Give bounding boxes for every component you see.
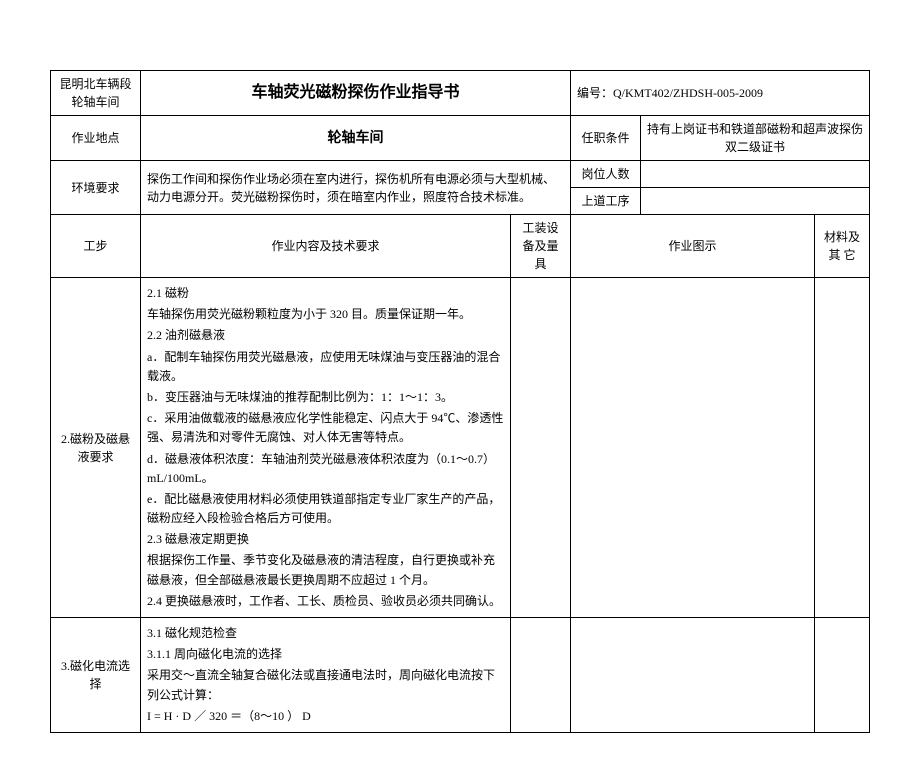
content-line: 车轴探伤用荧光磁粉颗粒度为小于 320 目。质量保证期一年。 — [147, 305, 504, 324]
content-line: I = H · D ／ 320 ＝（8～10 ） D — [147, 707, 504, 726]
illustration-cell — [571, 618, 815, 733]
content-line: e．配比磁悬液使用材料必须使用铁道部指定专业厂家生产的产品，磁粉应经入段检验合格… — [147, 490, 504, 528]
org-line2: 轮轴车间 — [71, 95, 119, 109]
content-line: 根据探伤工作量、季节变化及磁悬液的清洁程度，自行更换或补充磁悬液，但全部磁悬液最… — [147, 551, 504, 589]
table-row: 3.磁化电流选择 3.1 磁化规范检查 3.1.1 周向磁化电流的选择采用交～直流… — [51, 618, 870, 733]
tooling-cell — [511, 278, 571, 618]
org-cell: 昆明北车辆段 轮轴车间 — [51, 71, 141, 116]
step-content: 3.1 磁化规范检查 3.1.1 周向磁化电流的选择采用交～直流全轴复合磁化法或直… — [141, 618, 511, 733]
content-line: 2.1 磁粉 — [147, 284, 504, 303]
post-count-label: 岗位人数 — [571, 161, 641, 188]
illustration-cell — [571, 278, 815, 618]
col-illustration: 作业图示 — [571, 215, 815, 278]
env-label: 环境要求 — [51, 161, 141, 215]
tooling-cell — [511, 618, 571, 733]
col-step: 工步 — [51, 215, 141, 278]
content-line: 采用交～直流全轴复合磁化法或直接通电法时，周向磁化电流按下列公式计算： — [147, 666, 504, 704]
material-cell — [815, 278, 870, 618]
qualification-value: 持有上岗证书和铁道部磁粉和超声波探伤双二级证书 — [641, 116, 870, 161]
org-line1: 昆明北车辆段 — [59, 77, 131, 91]
instruction-table: 昆明北车辆段 轮轴车间 车轴荧光磁粉探伤作业指导书 编号：Q/KMT402/ZH… — [50, 70, 870, 733]
col-material: 材料及其 它 — [815, 215, 870, 278]
content-line: d．磁悬液体积浓度：车轴油剂荧光磁悬液体积浓度为（0.1～0.7）mL/100m… — [147, 450, 504, 488]
qualification-label: 任职条件 — [571, 116, 641, 161]
material-cell — [815, 618, 870, 733]
table-row: 2.磁粉及磁悬液要求 2.1 磁粉车轴探伤用荧光磁粉颗粒度为小于 320 目。质… — [51, 278, 870, 618]
content-line: b．变压器油与无味煤油的推荐配制比例为：1：1～1：3。 — [147, 388, 504, 407]
content-line: 2.2 油剂磁悬液 — [147, 326, 504, 345]
content-line: 2.3 磁悬液定期更换 — [147, 530, 504, 549]
location-label: 作业地点 — [51, 116, 141, 161]
doc-number-cell: 编号：Q/KMT402/ZHDSH-005-2009 — [571, 71, 870, 116]
content-line: 2.4 更换磁悬液时，工作者、工长、质检员、验收员必须共同确认。 — [147, 592, 504, 611]
step-content: 2.1 磁粉车轴探伤用荧光磁粉颗粒度为小于 320 目。质量保证期一年。 2.2 … — [141, 278, 511, 618]
prev-process-label: 上道工序 — [571, 188, 641, 215]
col-content: 作业内容及技术要求 — [141, 215, 511, 278]
doc-no: Q/KMT402/ZHDSH-005-2009 — [613, 86, 763, 100]
step-label: 2.磁粉及磁悬液要求 — [51, 278, 141, 618]
env-value: 探伤工作间和探伤作业场必须在室内进行，探伤机所有电源必须与大型机械、动力电源分开… — [141, 161, 571, 215]
doc-no-label: 编号： — [577, 86, 613, 100]
doc-title: 车轴荧光磁粉探伤作业指导书 — [141, 71, 571, 116]
post-count-value — [641, 161, 870, 188]
location-value: 轮轴车间 — [141, 116, 571, 161]
content-line: a．配制车轴探伤用荧光磁悬液，应使用无味煤油与变压器油的混合载液。 — [147, 348, 504, 386]
col-tooling: 工装设备及量具 — [511, 215, 571, 278]
step-label: 3.磁化电流选择 — [51, 618, 141, 733]
content-line: 3.1 磁化规范检查 — [147, 624, 504, 643]
prev-process-value — [641, 188, 870, 215]
content-line: c．采用油做载液的磁悬液应化学性能稳定、闪点大于 94℃、渗透性强、易清洗和对零… — [147, 409, 504, 447]
content-line: 3.1.1 周向磁化电流的选择 — [147, 645, 504, 664]
